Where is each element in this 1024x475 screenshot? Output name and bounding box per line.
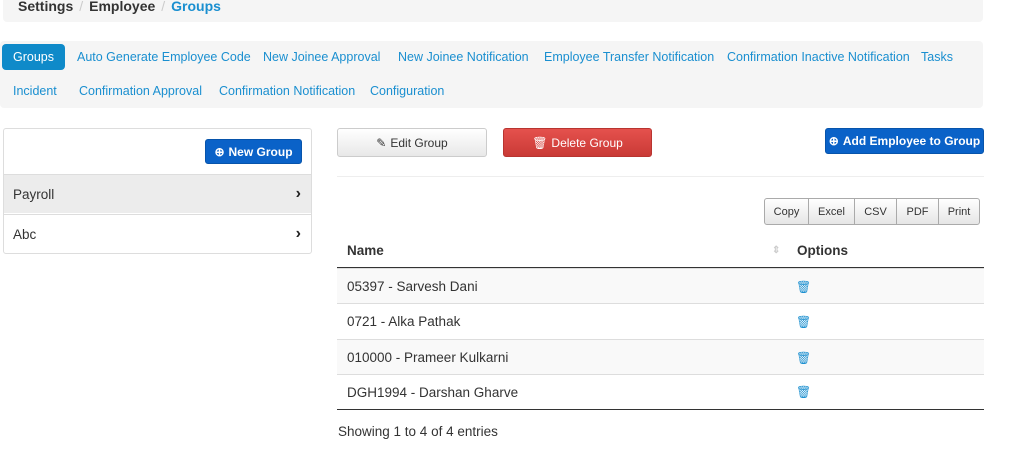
table-row: 05397 - Sarvesh Dani 🗑 xyxy=(337,268,984,304)
name-column-header[interactable]: Name xyxy=(337,243,772,258)
breadcrumb-employee[interactable]: Employee xyxy=(89,0,155,14)
breadcrumb-settings[interactable]: Settings xyxy=(18,0,73,14)
trash-icon[interactable]: 🗑 xyxy=(796,385,811,399)
group-item-abc[interactable]: Abc › xyxy=(4,214,311,253)
csv-button[interactable]: CSV xyxy=(854,198,897,225)
delete-group-button[interactable]: 🗑 Delete Group xyxy=(503,128,652,157)
tab-tasks[interactable]: Tasks xyxy=(910,44,964,70)
table-row: 010000 - Prameer Kulkarni 🗑 xyxy=(337,339,984,375)
table-row: 0721 - Alka Pathak 🗑 xyxy=(337,303,984,339)
trash-icon[interactable]: 🗑 xyxy=(796,315,811,329)
tab-confirmation-notification[interactable]: Confirmation Notification xyxy=(208,78,366,104)
tab-confirmation-approval[interactable]: Confirmation Approval xyxy=(68,78,213,104)
tab-employee-transfer-notification[interactable]: Employee Transfer Notification xyxy=(533,44,725,70)
tab-new-joinee-notification[interactable]: New Joinee Notification xyxy=(387,44,540,70)
plus-circle-icon: ⊕ xyxy=(828,134,839,148)
pdf-button[interactable]: PDF xyxy=(896,198,939,225)
table-row: DGH1994 - Darshan Gharve 🗑 xyxy=(337,374,984,410)
options-column-header: Options xyxy=(797,242,848,258)
table-header: Name ⇕ Options xyxy=(337,233,984,268)
tab-auto-generate-code[interactable]: Auto Generate Employee Code xyxy=(66,44,262,70)
copy-button[interactable]: Copy xyxy=(764,198,809,225)
edit-icon: ✎ xyxy=(376,135,387,150)
edit-group-button[interactable]: ✎ Edit Group xyxy=(337,128,487,157)
table-info: Showing 1 to 4 of 4 entries xyxy=(338,424,498,439)
chevron-right-icon: › xyxy=(295,185,301,202)
tab-groups[interactable]: Groups xyxy=(2,44,65,70)
tab-configuration[interactable]: Configuration xyxy=(359,78,455,104)
add-employee-button[interactable]: ⊕ Add Employee to Group xyxy=(825,128,984,154)
groups-panel: ⊕ New Group Payroll › Abc › xyxy=(3,128,312,254)
tab-incident[interactable]: Incident xyxy=(2,78,68,104)
chevron-right-icon: › xyxy=(295,225,301,242)
trash-icon[interactable]: 🗑 xyxy=(796,351,811,365)
divider xyxy=(337,176,984,177)
trash-icon: 🗑 xyxy=(532,135,548,150)
breadcrumb: Settings / Employee / Groups xyxy=(3,0,983,22)
new-group-button[interactable]: ⊕ New Group xyxy=(205,139,302,164)
trash-icon[interactable]: 🗑 xyxy=(796,280,811,294)
print-button[interactable]: Print xyxy=(938,198,980,225)
tab-confirmation-inactive-notification[interactable]: Confirmation Inactive Notification xyxy=(716,44,921,70)
plus-circle-icon: ⊕ xyxy=(214,144,225,159)
settings-tabs: Groups Auto Generate Employee Code New J… xyxy=(0,41,983,108)
excel-button[interactable]: Excel xyxy=(808,198,855,225)
breadcrumb-groups: Groups xyxy=(171,0,221,14)
sort-icon[interactable]: ⇕ xyxy=(772,245,797,256)
group-item-payroll[interactable]: Payroll › xyxy=(4,174,311,213)
tab-new-joinee-approval[interactable]: New Joinee Approval xyxy=(252,44,391,70)
